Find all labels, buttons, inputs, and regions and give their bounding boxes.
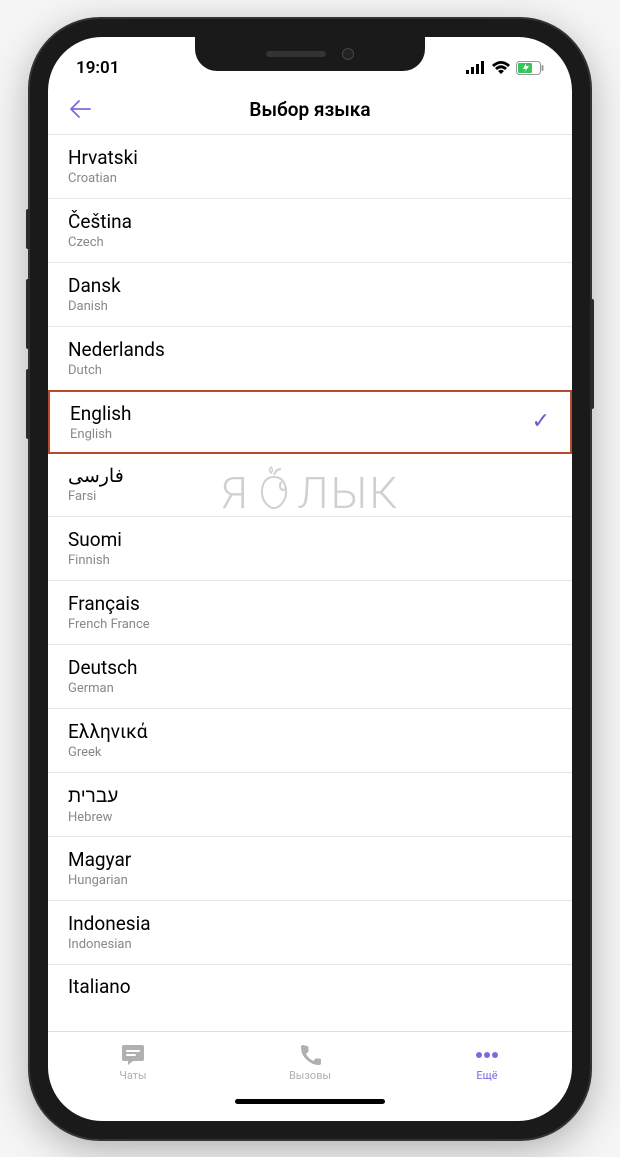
- volume-up-button: [26, 279, 30, 349]
- language-english-label: Hebrew: [68, 810, 118, 825]
- list-item[interactable]: Čeština Czech: [48, 199, 572, 263]
- language-native-label: Čeština: [68, 210, 132, 233]
- language-native-label: Dansk: [68, 274, 121, 297]
- tab-more[interactable]: Ещё: [473, 1043, 501, 1082]
- language-english-label: Finnish: [68, 553, 122, 568]
- list-item[interactable]: Magyar Hungarian: [48, 837, 572, 901]
- list-item[interactable]: Indonesia Indonesian: [48, 901, 572, 965]
- language-native-label: Deutsch: [68, 656, 137, 679]
- list-item[interactable]: Ελληνικά Greek: [48, 709, 572, 773]
- power-button: [590, 299, 594, 409]
- wifi-icon: [492, 61, 510, 74]
- language-english-label: English: [70, 427, 131, 442]
- mute-switch: [26, 209, 30, 249]
- tab-calls-label: Вызовы: [289, 1069, 331, 1082]
- tab-more-label: Ещё: [476, 1069, 497, 1082]
- language-native-label: Magyar: [68, 848, 131, 871]
- language-english-label: Indonesian: [68, 937, 151, 952]
- status-time: 19:01: [76, 58, 119, 78]
- language-english-label: Dutch: [68, 363, 165, 378]
- language-english-label: Croatian: [68, 171, 138, 186]
- language-native-label: עברית: [68, 784, 118, 808]
- language-native-label: Hrvatski: [68, 146, 138, 169]
- nav-header: Выбор языка: [48, 85, 572, 135]
- home-indicator-area: [48, 1093, 572, 1121]
- language-native-label: Indonesia: [68, 912, 151, 935]
- list-item[interactable]: Français French France: [48, 581, 572, 645]
- language-native-label: Suomi: [68, 528, 122, 551]
- language-english-label: Farsi: [68, 489, 124, 504]
- language-english-label: Hungarian: [68, 873, 131, 888]
- home-indicator[interactable]: [235, 1099, 385, 1104]
- checkmark-icon: ✓: [532, 409, 550, 434]
- list-item[interactable]: Suomi Finnish: [48, 517, 572, 581]
- language-native-label: English: [70, 402, 131, 425]
- list-item-selected[interactable]: English English ✓: [48, 390, 572, 454]
- language-english-label: Czech: [68, 235, 132, 250]
- language-native-label: فارسى: [68, 464, 124, 487]
- language-native-label: Italiano: [68, 975, 131, 998]
- speaker: [266, 51, 326, 57]
- tab-bar: Чаты Вызовы Ещё: [48, 1031, 572, 1093]
- tab-chats-label: Чаты: [119, 1069, 146, 1082]
- language-native-label: Nederlands: [68, 338, 165, 361]
- language-native-label: Français: [68, 592, 150, 615]
- list-item[interactable]: עברית Hebrew: [48, 773, 572, 837]
- more-icon: [473, 1043, 501, 1067]
- phone-icon: [296, 1043, 324, 1067]
- language-english-label: Danish: [68, 299, 121, 314]
- volume-down-button: [26, 369, 30, 439]
- cellular-signal-icon: [466, 61, 486, 74]
- battery-icon: [516, 61, 544, 75]
- language-english-label: French France: [68, 617, 150, 632]
- chat-icon: [119, 1043, 147, 1067]
- back-arrow-icon: [69, 99, 91, 119]
- language-english-label: Greek: [68, 745, 147, 760]
- list-item[interactable]: Italiano: [48, 965, 572, 999]
- language-native-label: Ελληνικά: [68, 720, 147, 743]
- back-button[interactable]: [66, 95, 94, 123]
- tab-chats[interactable]: Чаты: [119, 1043, 147, 1082]
- list-item[interactable]: Nederlands Dutch: [48, 327, 572, 391]
- screen: 19:01 Выбор языка Я: [48, 37, 572, 1121]
- list-item[interactable]: Deutsch German: [48, 645, 572, 709]
- notch: [195, 37, 425, 71]
- front-camera: [342, 48, 354, 60]
- page-title: Выбор языка: [48, 98, 572, 121]
- language-english-label: German: [68, 681, 137, 696]
- tab-calls[interactable]: Вызовы: [289, 1043, 331, 1082]
- list-item[interactable]: فارسى Farsi: [48, 453, 572, 517]
- phone-frame: 19:01 Выбор языка Я: [30, 19, 590, 1139]
- language-list[interactable]: Я ЛЫК Hrvatski Croatian Čeština Czech: [48, 135, 572, 1031]
- list-item[interactable]: Dansk Danish: [48, 263, 572, 327]
- list-item[interactable]: Hrvatski Croatian: [48, 135, 572, 199]
